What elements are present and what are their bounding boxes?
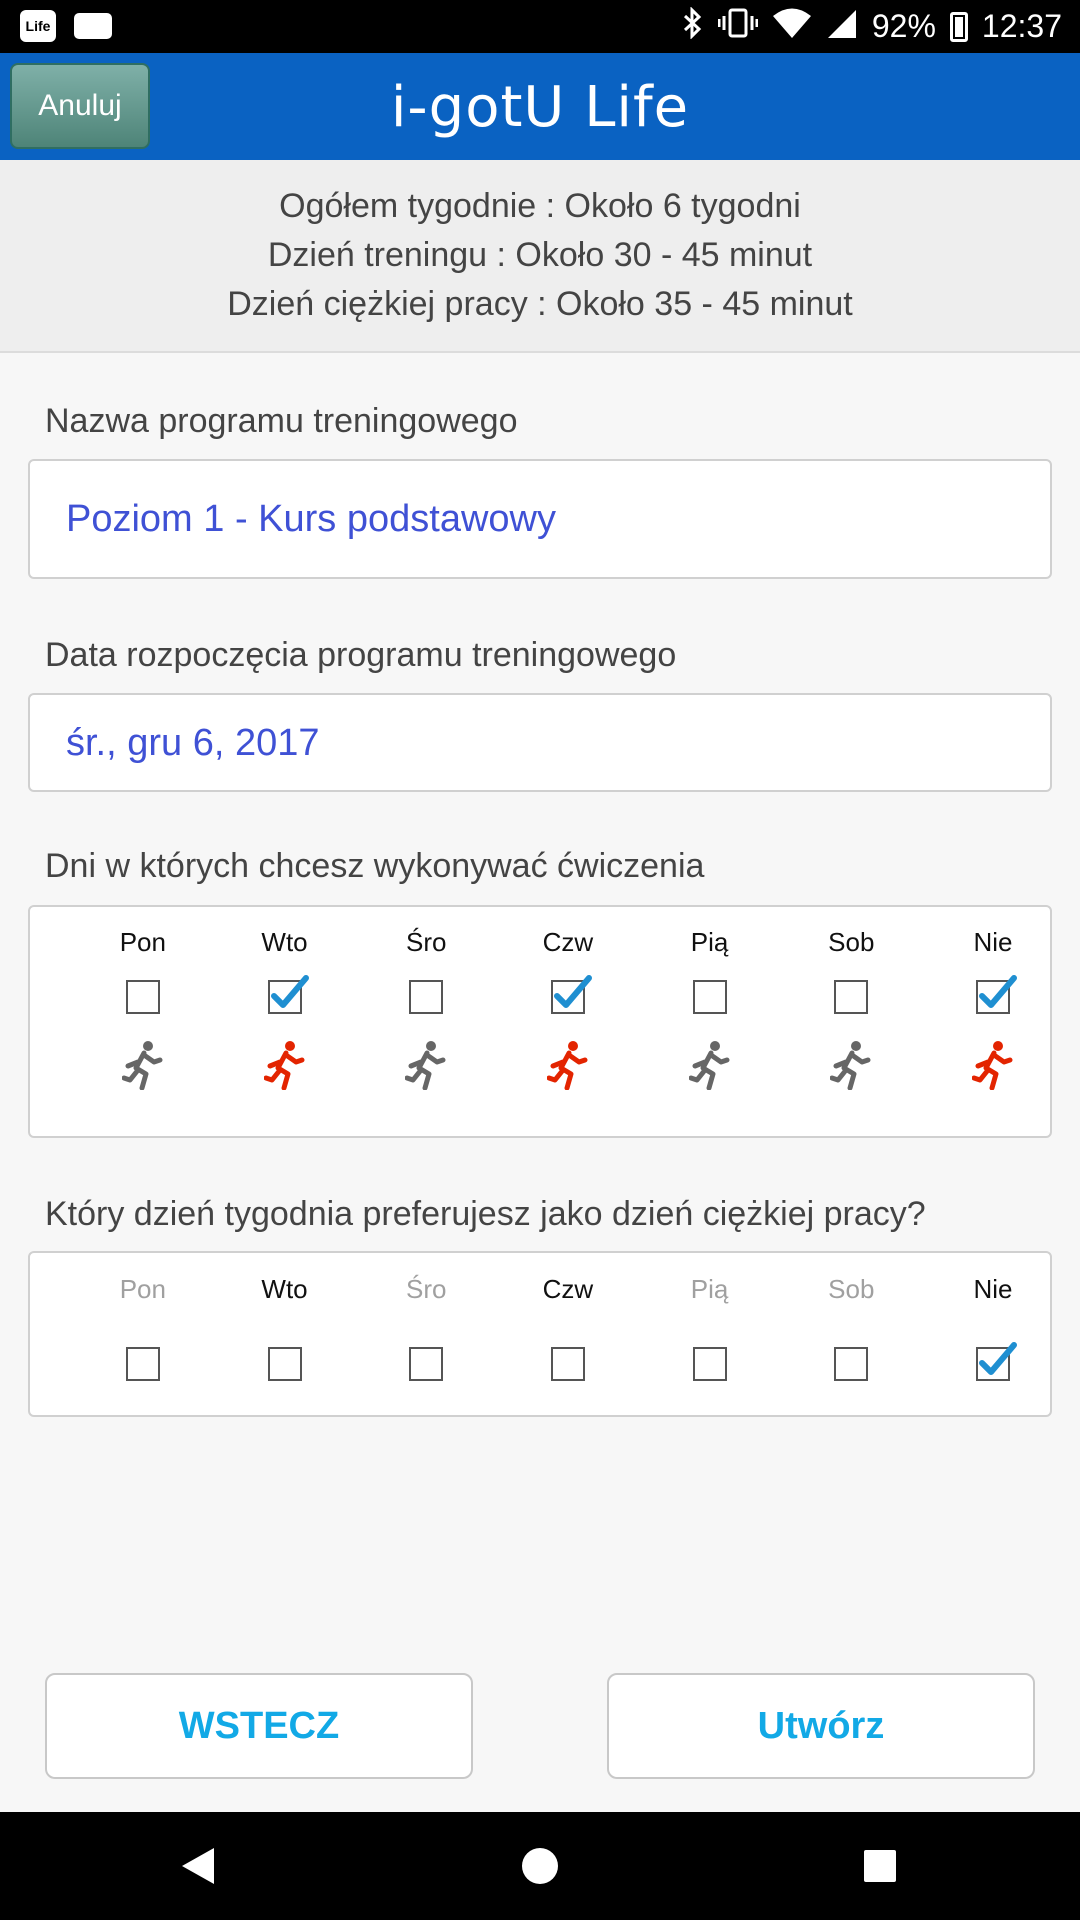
exercise-days-checkbox[interactable] <box>550 975 592 1014</box>
cancel-button[interactable]: Anuluj <box>10 63 150 149</box>
hard-day-checkbox[interactable] <box>409 1347 444 1381</box>
runner-icon <box>405 1041 446 1090</box>
exercise-days-checkbox[interactable] <box>975 975 1017 1014</box>
runner-icon <box>971 1041 1013 1090</box>
hard-day-grid: Pon Wto Śro Czw Pią Sob Nie <box>30 1271 1050 1381</box>
life-app-icon-label: Life <box>25 18 51 34</box>
hard-day-day-1: Wto <box>214 1271 356 1381</box>
start-date-value: śr., gru 6, 2017 <box>66 722 320 764</box>
hard-day-day-6: Nie <box>922 1271 1064 1381</box>
create-button[interactable]: Utwórz <box>607 1673 1035 1779</box>
exercise-days-day-label: Pią <box>690 927 729 957</box>
nav-recent-apps-icon[interactable] <box>864 1850 896 1882</box>
hard-day-checkbox[interactable] <box>834 1347 869 1381</box>
hard-day-box: Pon Wto Śro Czw Pią Sob Nie <box>28 1251 1052 1417</box>
life-app-icon: Life <box>20 10 56 42</box>
program-name-field[interactable]: Poziom 1 - Kurs podstawowy <box>28 459 1052 579</box>
exercise-days-grid: Pon Wto Śro Czw Pią Sob Nie <box>30 924 1050 1090</box>
exercise-days-day-label: Pon <box>119 927 166 957</box>
nav-home-icon[interactable] <box>522 1848 558 1884</box>
program-name-value: Poziom 1 - Kurs podstawowy <box>66 498 556 540</box>
program-summary: Ogółem tygodnie : Około 6 tygodni Dzień … <box>0 160 1080 353</box>
exercise-days-day-4: Pią <box>639 924 781 1090</box>
app-header: Anuluj i-gotU Life <box>0 53 1080 160</box>
program-name-label: Nazwa programu treningowego <box>45 402 518 440</box>
exercise-days-day-6: Nie <box>922 924 1064 1090</box>
battery-percent: 92% <box>871 8 936 44</box>
battery-icon <box>949 11 968 42</box>
hard-day-day-label: Pią <box>690 1274 729 1304</box>
hard-day-checkbox[interactable] <box>267 1347 302 1381</box>
checkmark-icon <box>978 975 1017 1008</box>
signal-icon <box>826 7 858 47</box>
exercise-days-day-3: Czw <box>497 924 639 1090</box>
start-date-label: Data rozpoczęcia programu treningowego <box>45 636 677 674</box>
exercise-days-checkbox[interactable] <box>692 980 727 1014</box>
exercise-days-day-label: Nie <box>973 927 1013 957</box>
runner-icon <box>546 1041 588 1090</box>
start-date-field[interactable]: śr., gru 6, 2017 <box>28 693 1052 792</box>
summary-hard-day: Dzień ciężkiej pracy : Około 35 - 45 min… <box>227 285 853 323</box>
hard-day-day-label: Nie <box>973 1274 1013 1304</box>
summary-training-day: Dzień treningu : Około 30 - 45 minut <box>267 236 813 274</box>
exercise-days-checkbox[interactable] <box>267 975 309 1014</box>
navigation-bar <box>0 1812 1080 1920</box>
hard-day-checkbox[interactable] <box>692 1347 727 1381</box>
hard-day-day-label: Pon <box>119 1274 166 1304</box>
hard-day-label: Który dzień tygodnia preferujesz jako dz… <box>45 1195 926 1233</box>
vibrate-icon <box>717 7 759 47</box>
exercise-days-day-label: Sob <box>828 927 875 957</box>
checkmark-icon <box>270 975 309 1008</box>
status-bar: Life 92% 12:37 <box>0 0 1080 53</box>
hard-day-day-label: Śro <box>405 1274 447 1304</box>
exercise-days-checkbox[interactable] <box>125 980 160 1014</box>
hard-day-checkbox[interactable] <box>125 1347 160 1381</box>
checkmark-icon <box>553 975 592 1008</box>
clock: 12:37 <box>981 8 1062 44</box>
exercise-days-day-label: Czw <box>542 927 594 957</box>
runner-icon <box>688 1041 730 1090</box>
exercise-days-day-1: Wto <box>214 924 356 1090</box>
summary-total-weeks: Ogółem tygodnie : Około 6 tygodni <box>279 187 801 225</box>
exercise-days-day-5: Sob <box>780 924 922 1090</box>
exercise-days-day-2: Śro <box>355 924 497 1090</box>
hard-day-day-2: Śro <box>355 1271 497 1381</box>
app-title: i-gotU Life <box>390 75 690 140</box>
back-button[interactable]: WSTECZ <box>45 1673 473 1779</box>
bluetooth-icon <box>682 5 704 47</box>
wifi-icon <box>772 7 812 47</box>
runner-icon <box>830 1041 871 1090</box>
hard-day-day-label: Sob <box>828 1274 875 1304</box>
nav-back-icon[interactable] <box>182 1848 214 1884</box>
hard-day-checkbox[interactable] <box>975 1342 1017 1381</box>
exercise-days-label: Dni w których chcesz wykonywać ćwiczenia <box>45 847 705 885</box>
runner-icon <box>263 1041 305 1090</box>
exercise-days-checkbox[interactable] <box>834 980 869 1014</box>
cloud-icon <box>74 13 112 39</box>
hard-day-checkbox[interactable] <box>550 1347 585 1381</box>
hard-day-day-3: Czw <box>497 1271 639 1381</box>
hard-day-day-0: Pon <box>72 1271 214 1381</box>
hard-day-day-5: Sob <box>780 1271 922 1381</box>
hard-day-day-label: Wto <box>261 1274 308 1304</box>
exercise-days-box: Pon Wto Śro Czw Pią Sob Nie <box>28 905 1052 1138</box>
checkmark-icon <box>978 1342 1017 1375</box>
exercise-days-day-label: Wto <box>261 927 308 957</box>
exercise-days-checkbox[interactable] <box>409 980 444 1014</box>
exercise-days-day-label: Śro <box>405 927 447 957</box>
hard-day-day-label: Czw <box>542 1274 594 1304</box>
runner-icon <box>121 1041 163 1090</box>
exercise-days-day-0: Pon <box>72 924 214 1090</box>
hard-day-day-4: Pią <box>639 1271 781 1381</box>
